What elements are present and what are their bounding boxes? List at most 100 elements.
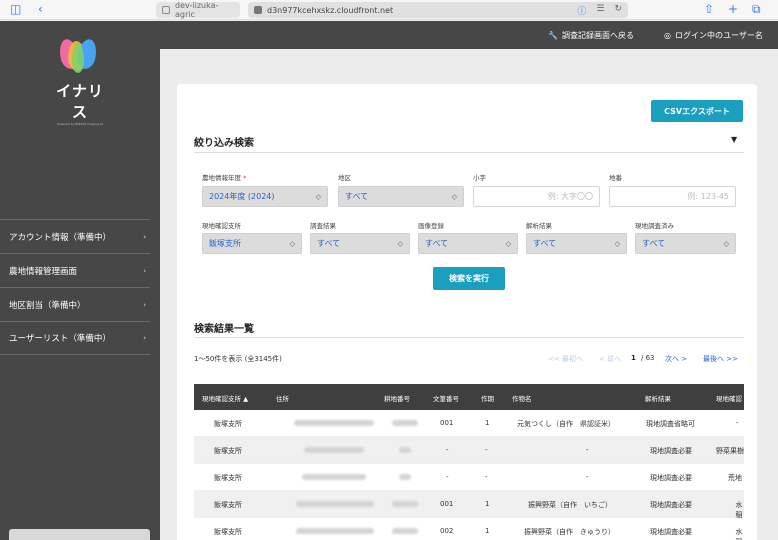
- browser-tab-1[interactable]: dev-iizuka-agric: [156, 1, 240, 19]
- select-arrows-icon: ◇: [505, 239, 511, 248]
- cell-bunpitsu: 001: [440, 419, 454, 427]
- back-link-label: 調査記録画面へ戻る: [561, 31, 634, 40]
- cell-analysis: 現地調査省略可: [646, 420, 695, 428]
- survey-label: 調査結果: [310, 222, 336, 230]
- cell-bunpitsu: 001: [440, 500, 454, 508]
- pager-next[interactable]: 次へ >: [665, 354, 687, 364]
- favicon-icon: [162, 6, 170, 14]
- analysis-label: 解析結果: [526, 222, 552, 230]
- browser-tab-active[interactable]: d3n977kcehxskz.cloudfront.net ⓘ ☰ ↻: [248, 2, 628, 18]
- koaza-input[interactable]: 例: 大字〇〇: [473, 186, 600, 207]
- new-tab-icon[interactable]: +: [728, 2, 738, 16]
- pager-current: 1: [631, 354, 636, 362]
- search-button[interactable]: 検索を実行: [433, 267, 505, 290]
- share-icon[interactable]: ⇧: [704, 2, 714, 16]
- divider: [194, 152, 744, 153]
- cell-branch: 飯塚支所: [214, 420, 242, 428]
- cell-sakki: -: [485, 446, 488, 454]
- pager-prev[interactable]: < 前へ: [599, 354, 621, 364]
- cell-analysis: 現地調査必要: [650, 474, 692, 482]
- collapse-toggle-icon[interactable]: ▼: [731, 135, 737, 144]
- cell-check: 水稲: [735, 501, 743, 519]
- cell-bunpitsu: 002: [440, 527, 454, 535]
- cell-sakki: 1: [485, 500, 490, 508]
- image-select[interactable]: すべて ◇: [418, 233, 518, 254]
- tool-icon: 🔧: [548, 31, 558, 40]
- select-arrows-icon: ◇: [614, 239, 620, 248]
- table-row[interactable]: 飯塚支所 - - - 現地調査必要 野菜果樹: [194, 437, 744, 464]
- cell-sakki: 1: [485, 527, 490, 535]
- cell-bunpitsu: -: [446, 473, 449, 481]
- redacted-field-no: [392, 420, 418, 426]
- table-row[interactable]: 飯塚支所 002 1 振興野菜（自作 きゅうり） 現地調査必要 水稲: [194, 518, 744, 540]
- cell-analysis: 現地調査必要: [650, 528, 692, 536]
- col-bunpitsu[interactable]: 文筆番号: [433, 393, 459, 403]
- col-crop[interactable]: 作物名: [512, 393, 532, 403]
- redacted-address: [302, 474, 366, 480]
- cell-branch: 飯塚支所: [214, 501, 242, 509]
- sidebar-item-account[interactable]: アカウント情報（準備中） ›: [0, 219, 150, 253]
- checked-select[interactable]: すべて ◇: [635, 233, 736, 254]
- back-to-survey-link[interactable]: 🔧 調査記録画面へ戻る: [548, 30, 634, 41]
- select-arrows-icon: ◇: [451, 192, 457, 201]
- branch-label: 現地確認支所: [202, 222, 241, 230]
- reload-icon[interactable]: ↻: [614, 4, 622, 17]
- sidebar-item-users[interactable]: ユーザーリスト（準備中） ›: [0, 321, 150, 355]
- select-arrows-icon: ◇: [315, 192, 321, 201]
- select-arrows-icon: ◇: [723, 239, 729, 248]
- pager-first[interactable]: << 最初へ: [548, 354, 583, 364]
- analysis-select[interactable]: すべて ◇: [526, 233, 627, 254]
- branch-select[interactable]: 飯塚支所 ◇: [202, 233, 302, 254]
- chevron-right-icon: ›: [143, 300, 146, 309]
- cell-sakki: 1: [485, 419, 490, 427]
- district-label: 地区: [338, 174, 351, 182]
- sidebar-item-farmland[interactable]: 農地情報管理画面 ›: [0, 253, 150, 287]
- user-menu-link[interactable]: ◎ ログイン中のユーザー名: [664, 30, 763, 41]
- col-sakki[interactable]: 作期: [481, 393, 494, 403]
- cell-sakki: -: [485, 473, 488, 481]
- chiban-input[interactable]: 例: 123-45: [609, 186, 736, 207]
- year-select[interactable]: 2024年度 (2024) ◇: [202, 186, 328, 207]
- tabs-overview-icon[interactable]: ⧉: [752, 2, 761, 17]
- table-row[interactable]: 飯塚支所 001 1 元気つくし（自作 県認証米） 現地調査省略可 -: [194, 410, 744, 437]
- reader-icon[interactable]: ☰: [596, 4, 604, 17]
- redacted-address: [294, 420, 374, 426]
- cell-crop: 振興野菜（自作 いちご）: [528, 501, 612, 509]
- sidebar-toggle-icon[interactable]: ◫: [10, 2, 21, 16]
- cell-branch: 飯塚支所: [214, 447, 242, 455]
- main-card: CSVエクスポート 絞り込み検索 ▼ 農地情報年度 * 地区 小字 地番 202…: [177, 84, 757, 540]
- back-chevron-icon[interactable]: ‹: [38, 2, 43, 16]
- cell-branch: 飯塚支所: [214, 528, 242, 536]
- table-row[interactable]: 飯塚支所 - - - 現地調査必要 荒地: [194, 464, 744, 491]
- select-arrows-icon: ◇: [397, 239, 403, 248]
- col-branch[interactable]: 現地確認支所 ▲: [202, 393, 248, 403]
- table-header: 現地確認支所 ▲ 住所 耕地番号 文筆番号 作期 作物名 解析結果 現地確認: [194, 384, 744, 410]
- table-row[interactable]: 飯塚支所 001 1 振興野菜（自作 いちご） 現地調査必要 水稲: [194, 491, 744, 519]
- image-label: 画像登録: [418, 222, 444, 230]
- koaza-label: 小字: [473, 174, 486, 182]
- survey-select[interactable]: すべて ◇: [310, 233, 410, 254]
- result-count: 1〜50件を表示 (全3145件): [194, 355, 282, 363]
- pager-last[interactable]: 最後へ >>: [703, 354, 738, 364]
- sidebar-item-label: アカウント情報（準備中）: [9, 232, 112, 243]
- col-address[interactable]: 住所: [276, 393, 289, 403]
- user-icon: ◎: [664, 31, 671, 40]
- user-link-label: ログイン中のユーザー名: [674, 31, 763, 40]
- url-text: d3n977kcehxskz.cloudfront.net: [267, 5, 394, 15]
- checked-label: 現地調査済み: [635, 222, 674, 230]
- info-icon[interactable]: ⓘ: [577, 4, 586, 17]
- col-field-no[interactable]: 耕地番号: [384, 393, 410, 403]
- sidebar-bottom-button[interactable]: [9, 529, 150, 540]
- divider: [194, 337, 744, 338]
- district-select[interactable]: すべて ◇: [338, 186, 464, 207]
- csv-export-button[interactable]: CSVエクスポート: [651, 100, 743, 122]
- sidebar-item-district[interactable]: 地区割当（準備中） ›: [0, 287, 150, 321]
- sidebar-item-label: ユーザーリスト（準備中）: [9, 334, 111, 344]
- chevron-right-icon: ›: [143, 266, 146, 275]
- cell-crop: 振興野菜（自作 きゅうり）: [524, 528, 615, 536]
- cell-analysis: 現地調査必要: [650, 447, 692, 455]
- favicon-icon: [254, 6, 262, 14]
- redacted-field-no: [392, 528, 418, 534]
- col-check[interactable]: 現地確認: [716, 393, 742, 403]
- col-analysis[interactable]: 解析結果: [645, 393, 671, 403]
